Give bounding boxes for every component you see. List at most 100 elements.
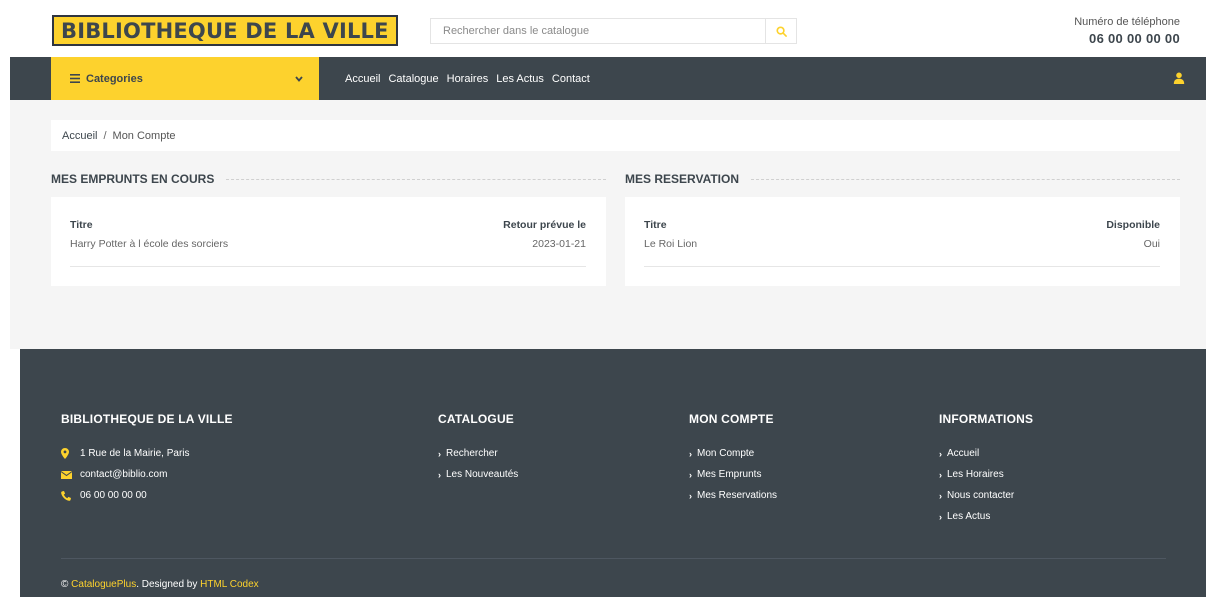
table-cell: 2023-01-21 bbox=[532, 237, 586, 250]
column-header: Titre bbox=[70, 218, 93, 231]
breadcrumb-home[interactable]: Accueil bbox=[62, 130, 97, 142]
column-header: Titre bbox=[644, 218, 667, 231]
footer-link-label: Les Nouveautés bbox=[446, 469, 519, 480]
reservations-table: Titre Disponible Le Roi Lion Oui bbox=[644, 215, 1160, 253]
column-header: Disponible bbox=[1106, 218, 1160, 231]
phone-number: 06 00 00 00 00 bbox=[1089, 31, 1180, 46]
user-icon[interactable] bbox=[1173, 72, 1185, 84]
categories-dropdown[interactable]: Categories bbox=[51, 57, 319, 100]
footer-col-info: INFORMATIONS › Accueil › Les Horaires › Nou… bbox=[939, 412, 1033, 527]
footer-link[interactable]: › Nous contacter bbox=[939, 485, 1033, 506]
divider bbox=[751, 178, 1180, 180]
nav-link-catalogue[interactable]: Catalogue bbox=[388, 73, 438, 85]
table-header: Titre Retour prévue le bbox=[70, 215, 586, 234]
footer-link-label: Mes Reservations bbox=[697, 490, 778, 501]
brand-link[interactable]: CataloguePlus bbox=[71, 579, 136, 590]
footer-col-catalogue: CATALOGUE › Rechercher › Les Nouveautés bbox=[438, 412, 518, 485]
copyright: © CataloguePlus. Designed by HTML Codex bbox=[61, 579, 259, 590]
footer-col-account: MON COMPTE › Mon Compte › Mes Emprunts › Me… bbox=[689, 412, 777, 506]
column-header: Retour prévue le bbox=[503, 218, 586, 231]
nav-link-contact[interactable]: Contact bbox=[552, 73, 590, 85]
table-cell: Le Roi Lion bbox=[644, 237, 698, 250]
footer-heading: CATALOGUE bbox=[438, 412, 515, 426]
footer-link-label: Mes Emprunts bbox=[697, 469, 762, 480]
logo-text: BIBLIOTHEQUE DE LA VILLE bbox=[61, 18, 389, 43]
divider bbox=[226, 178, 606, 180]
search-button[interactable] bbox=[765, 19, 796, 43]
reservations-title: MES RESERVATION bbox=[625, 172, 740, 186]
footer-phone: 06 00 00 00 00 bbox=[61, 485, 233, 506]
top-bar: BIBLIOTHEQUE DE LA VILLE Numéro de télép… bbox=[0, 0, 1206, 57]
footer-link-label: Les Actus bbox=[947, 511, 991, 522]
footer-link-label: Nous contacter bbox=[947, 490, 1015, 501]
designed-by-text: . Designed by bbox=[136, 579, 198, 590]
menu-icon bbox=[70, 74, 80, 83]
divider bbox=[644, 266, 1160, 267]
footer-link-label: Les Horaires bbox=[947, 469, 1004, 480]
table-cell: Harry Potter à l école des sorciers bbox=[70, 237, 229, 250]
footer-link-label: Accueil bbox=[947, 448, 980, 459]
search-bar bbox=[430, 18, 797, 44]
chevron-right-icon: › bbox=[939, 511, 942, 522]
footer-email: contact@biblio.com bbox=[61, 464, 233, 485]
footer-link[interactable]: › Les Nouveautés bbox=[438, 464, 518, 485]
footer-link-label: Mon Compte bbox=[697, 448, 755, 459]
chevron-right-icon: › bbox=[689, 469, 692, 480]
categories-label: Categories bbox=[86, 72, 143, 85]
footer-heading: BIBLIOTHEQUE DE LA VILLE bbox=[61, 412, 233, 426]
footer: BIBLIOTHEQUE DE LA VILLE 1 Rue de la Mai… bbox=[20, 349, 1206, 597]
breadcrumb-separator: / bbox=[103, 129, 107, 142]
designer-link[interactable]: HTML Codex bbox=[200, 579, 259, 590]
footer-heading: MON COMPTE bbox=[689, 412, 774, 426]
nav-link-accueil[interactable]: Accueil bbox=[345, 73, 380, 85]
phone-label: Numéro de téléphone bbox=[1074, 16, 1180, 28]
footer-link[interactable]: › Les Horaires bbox=[939, 464, 1033, 485]
breadcrumb: Accueil / Mon Compte bbox=[51, 120, 1180, 151]
search-input[interactable] bbox=[431, 19, 765, 43]
reservations-section-title: MES RESERVATION bbox=[625, 172, 1180, 186]
reservations-card: Titre Disponible Le Roi Lion Oui bbox=[625, 197, 1180, 286]
phone-text: 06 00 00 00 00 bbox=[80, 490, 147, 501]
main-content: Accueil / Mon Compte MES EMPRUNTS EN COU… bbox=[10, 100, 1206, 349]
copyright-symbol: © bbox=[61, 579, 69, 590]
footer-heading: INFORMATIONS bbox=[939, 412, 1034, 426]
footer-link[interactable]: › Rechercher bbox=[438, 443, 518, 464]
phone-icon bbox=[61, 490, 71, 501]
chevron-right-icon: › bbox=[939, 490, 942, 501]
chevron-right-icon: › bbox=[438, 469, 441, 480]
main-nav: Accueil Catalogue Horaires Les Actus Con… bbox=[345, 57, 598, 100]
address-text: 1 Rue de la Mairie, Paris bbox=[80, 448, 190, 459]
site-logo[interactable]: BIBLIOTHEQUE DE LA VILLE bbox=[52, 15, 398, 46]
footer-link[interactable]: › Mes Emprunts bbox=[689, 464, 777, 485]
chevron-right-icon: › bbox=[939, 448, 942, 459]
table-row: Harry Potter à l école des sorciers 2023… bbox=[70, 234, 586, 253]
table-header: Titre Disponible bbox=[644, 215, 1160, 234]
footer-link[interactable]: › Mes Reservations bbox=[689, 485, 777, 506]
divider bbox=[70, 266, 586, 267]
footer-address: 1 Rue de la Mairie, Paris bbox=[61, 443, 233, 464]
chevron-right-icon: › bbox=[689, 490, 692, 501]
chevron-right-icon: › bbox=[689, 448, 692, 459]
loans-table: Titre Retour prévue le Harry Potter à l … bbox=[70, 215, 586, 253]
chevron-down-icon bbox=[295, 75, 303, 82]
table-row: Le Roi Lion Oui bbox=[644, 234, 1160, 253]
breadcrumb-current: Mon Compte bbox=[112, 129, 176, 142]
nav-bar: Categories Accueil Catalogue Horaires Le… bbox=[10, 57, 1206, 100]
map-marker-icon bbox=[61, 448, 69, 459]
footer-divider bbox=[61, 558, 1166, 559]
email-text[interactable]: contact@biblio.com bbox=[80, 469, 167, 480]
nav-link-horaires[interactable]: Horaires bbox=[447, 73, 489, 85]
footer-link-label: Rechercher bbox=[446, 448, 498, 459]
nav-link-actus[interactable]: Les Actus bbox=[496, 73, 544, 85]
footer-link[interactable]: › Mon Compte bbox=[689, 443, 777, 464]
footer-link[interactable]: › Accueil bbox=[939, 443, 1033, 464]
search-icon bbox=[775, 25, 787, 37]
envelope-icon bbox=[61, 470, 72, 479]
loans-section-title: MES EMPRUNTS EN COURS bbox=[51, 172, 606, 186]
loans-card: Titre Retour prévue le Harry Potter à l … bbox=[51, 197, 606, 286]
loans-title: MES EMPRUNTS EN COURS bbox=[51, 172, 215, 186]
footer-link[interactable]: › Les Actus bbox=[939, 506, 1033, 527]
chevron-right-icon: › bbox=[939, 469, 942, 480]
footer-col-library: BIBLIOTHEQUE DE LA VILLE 1 Rue de la Mai… bbox=[61, 412, 233, 506]
table-cell: Oui bbox=[1143, 237, 1160, 250]
